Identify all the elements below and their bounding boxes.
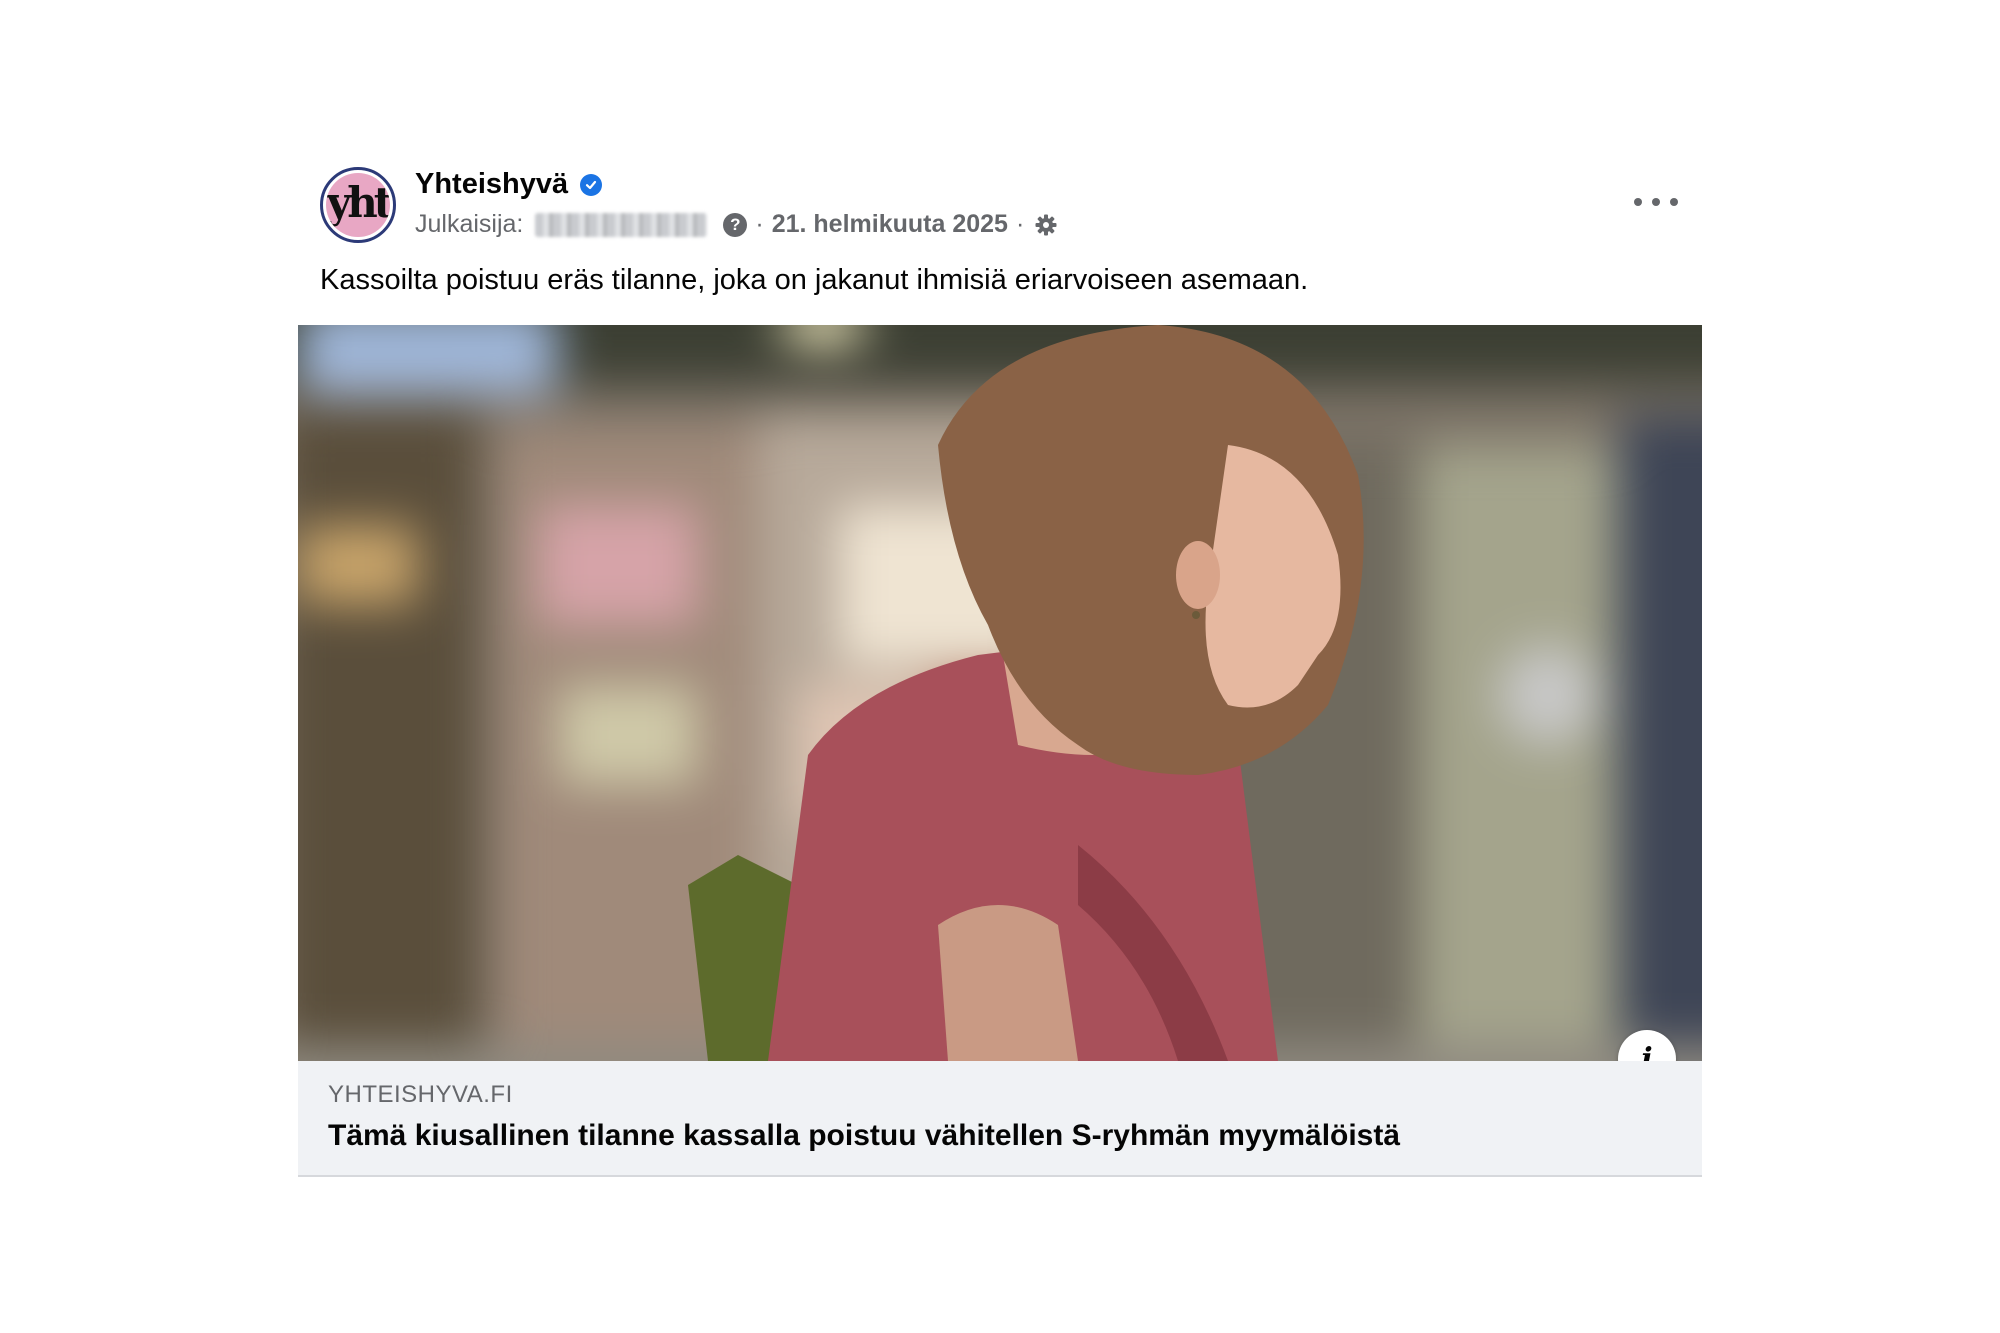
gear-icon[interactable] bbox=[1034, 213, 1058, 237]
question-circle-icon[interactable]: ? bbox=[723, 212, 748, 237]
meta-separator: · bbox=[1015, 210, 1025, 238]
more-options-icon[interactable] bbox=[1634, 190, 1678, 214]
article-image[interactable] bbox=[298, 325, 1702, 1061]
publisher-label: Julkaisija: bbox=[415, 210, 524, 238]
page-name-row: Yhteishyvä bbox=[415, 168, 603, 201]
person-silhouette bbox=[688, 325, 1364, 1061]
page-name-link[interactable]: Yhteishyvä bbox=[415, 168, 568, 201]
facebook-post: yht Yhteishyvä Julkaisija: ? · 21. helmi… bbox=[298, 160, 1702, 1177]
verified-badge-icon bbox=[580, 173, 603, 196]
post-date-link[interactable]: 21. helmikuuta 2025 bbox=[772, 210, 1008, 239]
link-headline[interactable]: Tämä kiusallinen tilanne kassalla poistu… bbox=[328, 1119, 1400, 1153]
post-meta: Julkaisija: ? · 21. helmikuuta 2025 · bbox=[415, 210, 1058, 239]
avatar-logo: yht bbox=[326, 173, 390, 237]
link-preview-card[interactable]: YHTEISHYVA.FI Tämä kiusallinen tilanne k… bbox=[298, 1061, 1702, 1177]
redacted-publisher-name bbox=[535, 212, 708, 237]
meta-separator: · bbox=[755, 210, 764, 238]
avatar-logo-text: yht bbox=[326, 177, 390, 227]
post-caption: Kassoilta poistuu eräs tilanne, joka on … bbox=[320, 264, 1309, 296]
page-avatar[interactable]: yht bbox=[320, 167, 396, 243]
link-domain: YHTEISHYVA.FI bbox=[328, 1081, 513, 1108]
